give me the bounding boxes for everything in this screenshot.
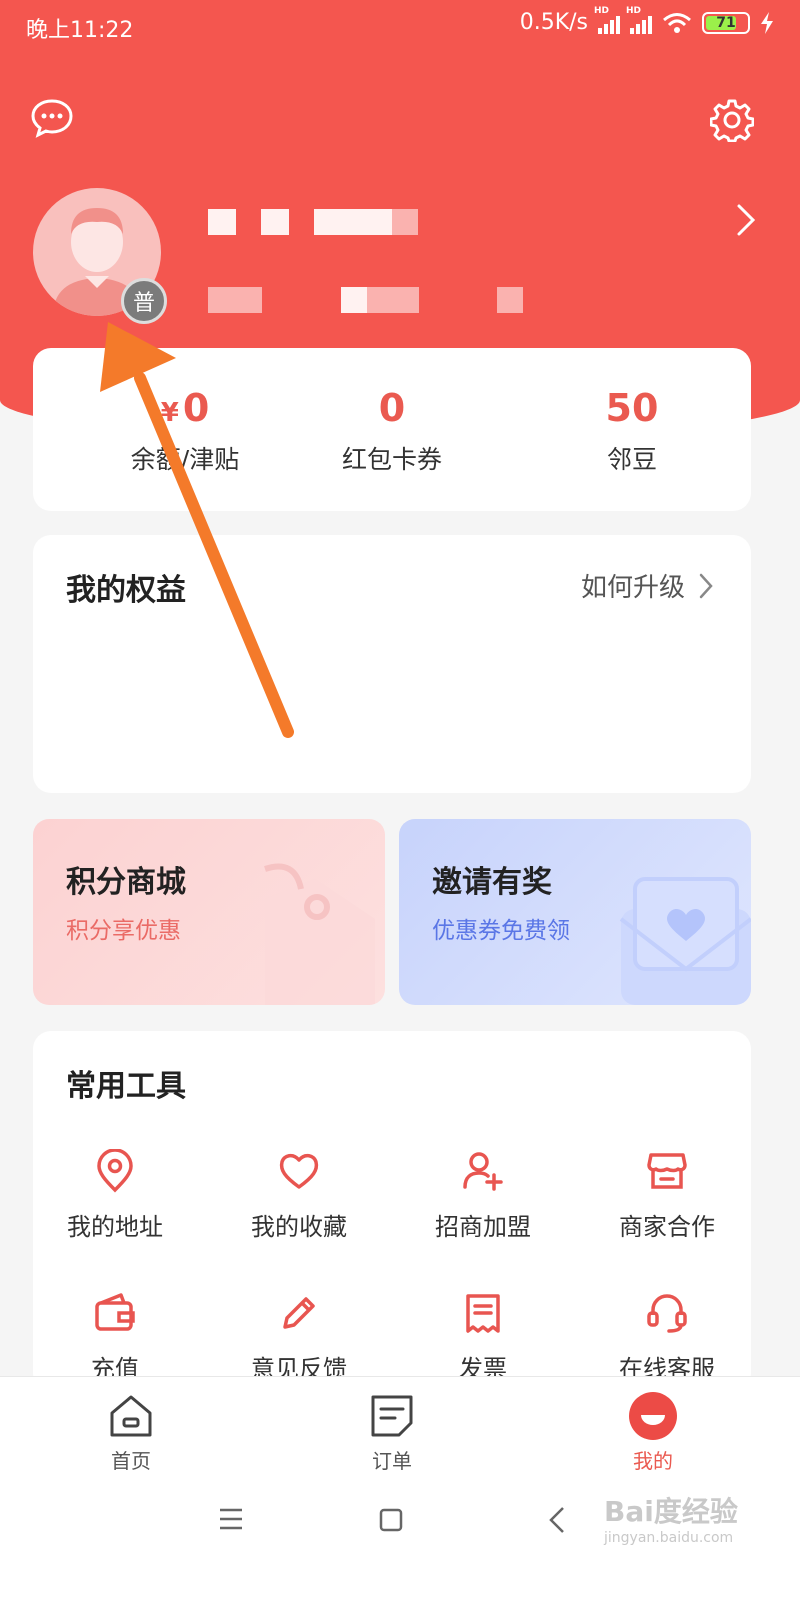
wallet-icon [95, 1293, 135, 1331]
balance-value: 0 [182, 386, 210, 430]
store-icon [647, 1153, 687, 1189]
invite-rewards-subtitle: 优惠券免费领 [432, 918, 570, 944]
tab-mine-label: 我的 [633, 1449, 673, 1473]
tool-merchant-cooperation[interactable]: 商家合作 [577, 1149, 757, 1242]
points-mall-subtitle: 积分享优惠 [66, 918, 181, 944]
tab-mine[interactable]: 我的 [593, 1391, 713, 1474]
settings-gear-icon[interactable] [710, 98, 754, 142]
username-redacted [392, 209, 418, 235]
signal-icon: HD [594, 6, 620, 34]
tab-home-label: 首页 [111, 1449, 151, 1473]
orders-icon [371, 1395, 413, 1437]
tools-title: 常用工具 [66, 1069, 186, 1104]
status-icons: 0.5K/s HD HD 71 [519, 6, 774, 35]
chevron-right-icon [699, 573, 713, 598]
watermark-brand: Bai度经验 [604, 1495, 738, 1528]
status-bar: 晚上11:22 0.5K/s HD HD 71 [0, 0, 800, 50]
beans-stat[interactable]: 50 邻豆 [532, 386, 732, 476]
menu-icon[interactable] [218, 1508, 244, 1530]
invite-rewards-card[interactable]: 邀请有奖 优惠券免费领 [399, 819, 751, 1005]
wallet-summary-card: ¥0 余额/津贴 0 红包卡券 50 邻豆 [33, 348, 751, 511]
tool-recharge[interactable]: 充值 [25, 1291, 205, 1384]
points-mall-title: 积分商城 [66, 865, 186, 900]
currency-symbol: ¥ [160, 398, 179, 428]
back-icon[interactable] [548, 1506, 566, 1534]
watermark: Bai度经验 jingyan.baidu.com [604, 1490, 738, 1546]
receipt-icon [466, 1294, 500, 1333]
coupons-value: 0 [378, 386, 406, 430]
charging-icon [761, 11, 773, 34]
home-square-icon[interactable] [379, 1508, 403, 1532]
battery-icon: 71 [702, 11, 750, 34]
bottom-tab-bar: 首页 订单 我的 [0, 1376, 800, 1474]
tool-label: 我的收藏 [251, 1213, 347, 1241]
tool-feedback[interactable]: 意见反馈 [209, 1291, 389, 1384]
pencil-icon [283, 1297, 315, 1329]
member-level-badge: 普 [121, 278, 167, 324]
envelope-heart-icon [619, 877, 751, 1005]
upgrade-link-label: 如何升级 [580, 573, 685, 603]
invite-rewards-title: 邀请有奖 [432, 865, 552, 900]
headset-icon [647, 1294, 687, 1333]
username-redacted [261, 209, 289, 235]
tool-online-service[interactable]: 在线客服 [577, 1291, 757, 1384]
profile-chevron-right-icon[interactable] [735, 203, 757, 237]
beans-value: 50 [605, 386, 659, 430]
benefits-title: 我的权益 [66, 573, 186, 608]
username-redacted [314, 209, 392, 235]
tool-label: 商家合作 [619, 1213, 715, 1241]
points-mall-card[interactable]: 积分商城 积分享优惠 [33, 819, 385, 1005]
coupons-stat[interactable]: 0 红包卡券 [292, 386, 492, 476]
beans-label: 邻豆 [606, 445, 657, 474]
tool-label: 我的地址 [67, 1213, 163, 1241]
coupons-label: 红包卡券 [341, 445, 442, 474]
watermark-domain: jingyan.baidu.com [604, 1530, 734, 1546]
tool-label: 招商加盟 [435, 1213, 531, 1241]
balance-stat[interactable]: ¥0 余额/津贴 [85, 386, 285, 476]
benefits-card: 我的权益 如何升级 [33, 535, 751, 793]
tab-orders[interactable]: 订单 [332, 1391, 452, 1474]
phone-redacted [341, 287, 367, 313]
tool-my-address[interactable]: 我的地址 [25, 1149, 205, 1242]
phone-redacted [497, 287, 523, 313]
tab-orders-label: 订单 [372, 1449, 412, 1473]
username-redacted [208, 209, 236, 235]
network-speed: 0.5K/s [519, 10, 588, 35]
signal-icon-2: HD [626, 6, 652, 34]
message-icon[interactable] [30, 98, 74, 138]
status-time: 晚上11:22 [26, 18, 134, 43]
tool-invoice[interactable]: 发票 [393, 1291, 573, 1384]
phone-redacted [208, 287, 262, 313]
tab-home[interactable]: 首页 [71, 1391, 191, 1474]
add-user-icon [463, 1152, 503, 1191]
price-tag-icon [264, 863, 375, 1005]
location-pin-icon [97, 1149, 133, 1193]
wifi-icon [663, 12, 691, 33]
tool-my-favorites[interactable]: 我的收藏 [209, 1149, 389, 1242]
tool-franchise[interactable]: 招商加盟 [393, 1149, 573, 1242]
common-tools-card: 常用工具 我的地址 我的收藏 招商加盟 商家合作 充值 意见反馈 发票 在线客服 [33, 1031, 751, 1391]
balance-label: 余额/津贴 [130, 445, 240, 474]
phone-redacted [367, 287, 419, 313]
heart-icon [279, 1153, 319, 1189]
profile-face-icon [629, 1392, 677, 1440]
home-icon [110, 1395, 152, 1437]
upgrade-link[interactable]: 如何升级 [581, 567, 713, 604]
